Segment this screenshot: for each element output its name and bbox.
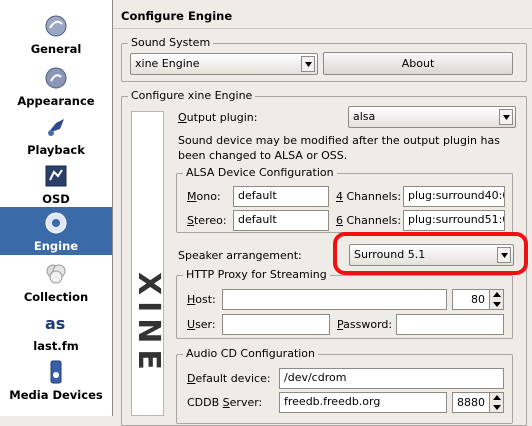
sidebar: General Appearance Playback OSD Engine C… bbox=[0, 0, 113, 416]
host-field[interactable] bbox=[222, 289, 447, 310]
proxy-port-spinner[interactable]: 80 bbox=[452, 289, 504, 310]
general-icon bbox=[45, 15, 67, 37]
about-button-label: About bbox=[401, 57, 435, 70]
stereo-label: Stereo: bbox=[187, 214, 227, 227]
default-device-label: Default device: bbox=[187, 372, 271, 385]
password-field[interactable] bbox=[396, 314, 504, 335]
appearance-icon bbox=[45, 67, 67, 89]
sidebar-item-label: Playback bbox=[27, 143, 85, 157]
proxy-group-title: HTTP Proxy for Streaming bbox=[183, 268, 330, 281]
sidebar-item-label: Appearance bbox=[17, 94, 95, 108]
sidebar-item-collection[interactable]: Collection bbox=[0, 258, 112, 306]
sidebar-item-label: OSD bbox=[42, 192, 70, 206]
page-title: Configure Engine bbox=[121, 9, 233, 23]
sidebar-item-label: General bbox=[30, 42, 82, 56]
chevron-down-icon bbox=[499, 109, 513, 125]
sidebar-item-general[interactable]: General bbox=[0, 10, 112, 58]
spinner-arrows-icon bbox=[489, 393, 503, 412]
sidebar-item-lastfm[interactable]: as last.fm bbox=[0, 307, 112, 355]
playback-icon bbox=[48, 119, 64, 136]
user-field[interactable] bbox=[222, 314, 330, 335]
mono-label: Mono: bbox=[187, 190, 221, 203]
collection-icon bbox=[46, 264, 66, 284]
mono-field[interactable]: default bbox=[233, 186, 329, 207]
output-plugin-label: Output plugin: bbox=[178, 111, 258, 124]
sound-system-title: Sound System bbox=[128, 36, 214, 49]
user-label: User: bbox=[187, 318, 216, 331]
audio-cd-group-title: Audio CD Configuration bbox=[183, 347, 319, 360]
proxy-port-value: 80 bbox=[471, 293, 485, 306]
sidebar-item-label: Media Devices bbox=[9, 388, 103, 402]
sidebar-item-appearance[interactable]: Appearance bbox=[0, 62, 112, 110]
host-label: Host: bbox=[187, 293, 216, 306]
ch4-field[interactable]: plug:surround40:0 bbox=[403, 186, 505, 207]
output-plugin-value: alsa bbox=[353, 110, 376, 123]
sidebar-item-media-devices[interactable]: Media Devices bbox=[0, 356, 112, 404]
xine-logo-strip: XINE bbox=[131, 111, 166, 416]
default-device-field[interactable]: /dev/cdrom bbox=[279, 368, 504, 389]
password-label: Password: bbox=[337, 318, 393, 331]
sidebar-item-label: Collection bbox=[23, 290, 89, 304]
engine-select[interactable]: xine Engine bbox=[130, 53, 318, 75]
highlight-ring bbox=[333, 232, 528, 275]
engine-select-value: xine Engine bbox=[135, 57, 200, 70]
sidebar-item-osd[interactable]: OSD bbox=[0, 160, 112, 208]
output-plugin-select[interactable]: alsa bbox=[348, 106, 516, 128]
engine-icon bbox=[45, 212, 67, 234]
cddb-port-value: 8880 bbox=[457, 396, 485, 409]
svg-text:as: as bbox=[45, 314, 65, 333]
output-plugin-note: Sound device may be modified after the o… bbox=[178, 134, 500, 162]
sidebar-item-playback[interactable]: Playback bbox=[0, 111, 112, 159]
lastfm-icon: as bbox=[45, 314, 65, 333]
cddb-port-spinner[interactable]: 8880 bbox=[452, 392, 504, 413]
ch4-label: 4 Channels: bbox=[336, 190, 402, 203]
speaker-arrangement-label: Speaker arrangement: bbox=[178, 249, 302, 262]
audio-cd-group: Audio CD Configuration bbox=[176, 347, 513, 424]
title-divider bbox=[113, 28, 532, 29]
svg-text:XINE: XINE bbox=[132, 272, 165, 376]
spinner-arrows-icon bbox=[489, 290, 503, 309]
media-devices-icon bbox=[50, 360, 62, 384]
sidebar-item-engine[interactable]: Engine bbox=[0, 207, 112, 255]
stereo-field[interactable]: default bbox=[233, 210, 329, 231]
xine-config-title: Configure xine Engine bbox=[128, 89, 256, 102]
cddb-server-field[interactable]: freedb.freedb.org bbox=[279, 392, 447, 413]
osd-icon bbox=[45, 165, 67, 187]
sidebar-item-label: Engine bbox=[33, 239, 79, 253]
chevron-down-icon bbox=[301, 56, 315, 72]
cddb-server-label: CDDB Server: bbox=[187, 396, 263, 409]
ch6-label: 6 Channels: bbox=[336, 214, 402, 227]
alsa-group-title: ALSA Device Configuration bbox=[183, 166, 337, 179]
sidebar-item-label: last.fm bbox=[33, 339, 79, 353]
about-button[interactable]: About bbox=[323, 52, 513, 75]
ch6-field[interactable]: plug:surround51:0 bbox=[403, 210, 505, 231]
xine-logo: XINE bbox=[131, 272, 166, 376]
